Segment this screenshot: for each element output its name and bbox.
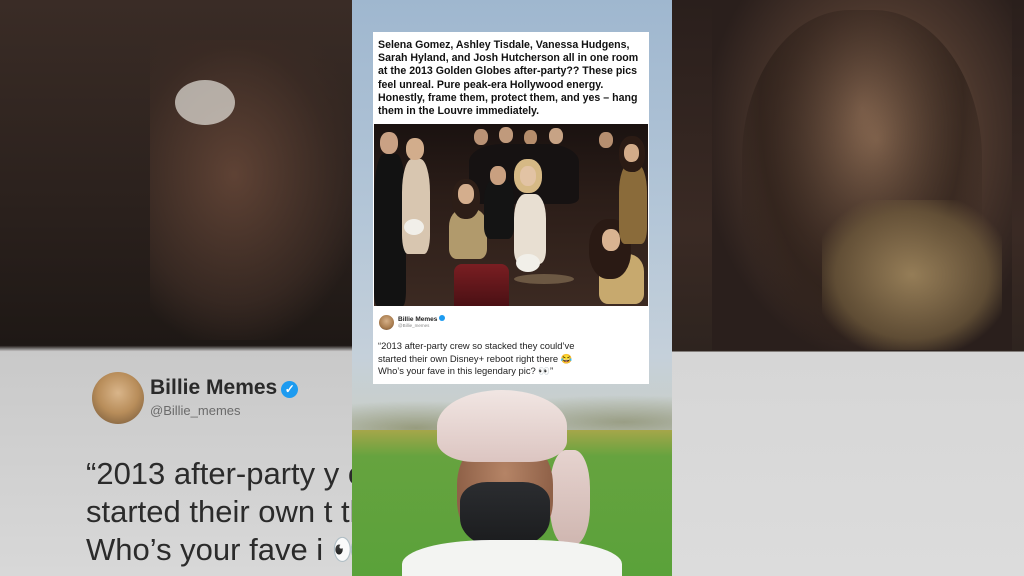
head — [490, 166, 506, 185]
head — [602, 229, 620, 251]
background-user-handle: @Billie_memes — [150, 403, 241, 418]
face-mask — [460, 482, 550, 548]
user-handle[interactable]: @Billie_memes — [398, 323, 429, 328]
red-chair — [454, 264, 509, 306]
man-in-turban — [402, 390, 622, 576]
crowd-head — [599, 132, 613, 148]
verified-badge-icon — [439, 315, 446, 321]
crowd-head — [474, 129, 488, 145]
sequin-dress — [619, 164, 647, 244]
black-dress — [484, 179, 514, 239]
cream-dress — [402, 159, 430, 254]
blurred-dress — [822, 200, 1002, 350]
crowd-head — [549, 128, 563, 144]
flower-arrangement — [516, 254, 540, 272]
user-name[interactable]: Billie Memes — [398, 315, 446, 323]
background-avatar — [92, 372, 144, 424]
head — [458, 184, 474, 204]
crowd-head — [499, 127, 513, 143]
party-photo — [374, 124, 648, 306]
head — [624, 144, 639, 162]
turban — [437, 390, 567, 462]
flower-arrangement — [404, 219, 424, 235]
crowd-head — [524, 130, 537, 145]
card-caption: Selena Gomez, Ashley Tisdale, Vanessa Hu… — [378, 39, 639, 118]
background-user-name-text: Billie Memes — [150, 376, 278, 399]
head — [520, 166, 536, 186]
blurred-figure — [150, 40, 352, 340]
head — [380, 132, 398, 154]
user-avatar[interactable] — [379, 315, 394, 330]
verified-badge-icon: ✓ — [281, 381, 299, 398]
head — [406, 138, 424, 160]
turban-tail — [550, 450, 590, 545]
meme-card: Selena Gomez, Ashley Tisdale, Vanessa Hu… — [373, 32, 649, 384]
blurred-flowers — [175, 80, 235, 125]
white-shirt — [402, 540, 622, 576]
background-user-name: Billie Memes ✓ — [150, 376, 299, 400]
user-name-text: Billie Memes — [398, 316, 438, 323]
side-table — [514, 274, 574, 284]
tweet-text: “2013 after-party crew so stacked they c… — [378, 340, 575, 376]
